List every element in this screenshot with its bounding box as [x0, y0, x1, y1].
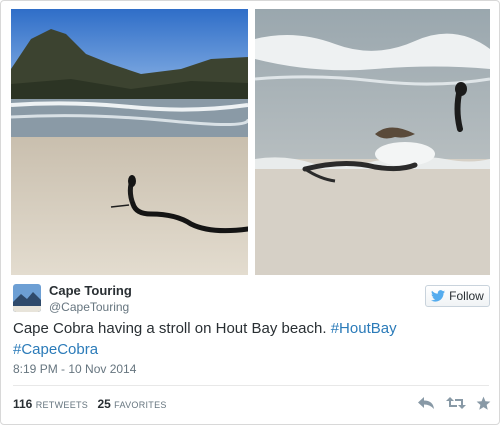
author-handle[interactable]: @CapeTouring: [49, 300, 129, 314]
retweets-count[interactable]: 116: [13, 397, 32, 411]
retweets-label[interactable]: RETWEETS: [36, 400, 88, 410]
favorites-count[interactable]: 25: [97, 397, 110, 411]
avatar[interactable]: [13, 284, 41, 312]
tweet-card: Cape Touring @CapeTouring Follow Cape Co…: [0, 0, 500, 425]
tweet-actions: [417, 394, 491, 412]
hashtag-link[interactable]: #CapeCobra: [13, 341, 98, 358]
tweet-text-plain: Cape Cobra having a stroll on Hout Bay b…: [13, 320, 327, 337]
tweet-stats: 116 RETWEETS 25 FAVORITES: [13, 397, 173, 411]
hashtag-link[interactable]: #HoutBay: [331, 320, 397, 337]
star-icon[interactable]: [476, 396, 491, 411]
beach-cobra-photo-left[interactable]: [11, 9, 248, 275]
tweet-text: Cape Cobra having a stroll on Hout Bay b…: [13, 318, 483, 360]
tweet-media: [11, 9, 491, 275]
favorites-label[interactable]: FAVORITES: [114, 400, 167, 410]
reply-icon[interactable]: [417, 396, 435, 410]
follow-button[interactable]: Follow: [425, 285, 490, 307]
retweet-icon[interactable]: [445, 396, 466, 410]
follow-button-label: Follow: [449, 289, 484, 303]
twitter-bird-icon: [431, 290, 446, 302]
author-name[interactable]: Cape Touring: [49, 283, 132, 298]
tweet-timestamp[interactable]: 8:19 PM - 10 Nov 2014: [13, 362, 136, 376]
beach-cobra-photo-right[interactable]: [255, 9, 490, 275]
divider: [13, 385, 489, 386]
